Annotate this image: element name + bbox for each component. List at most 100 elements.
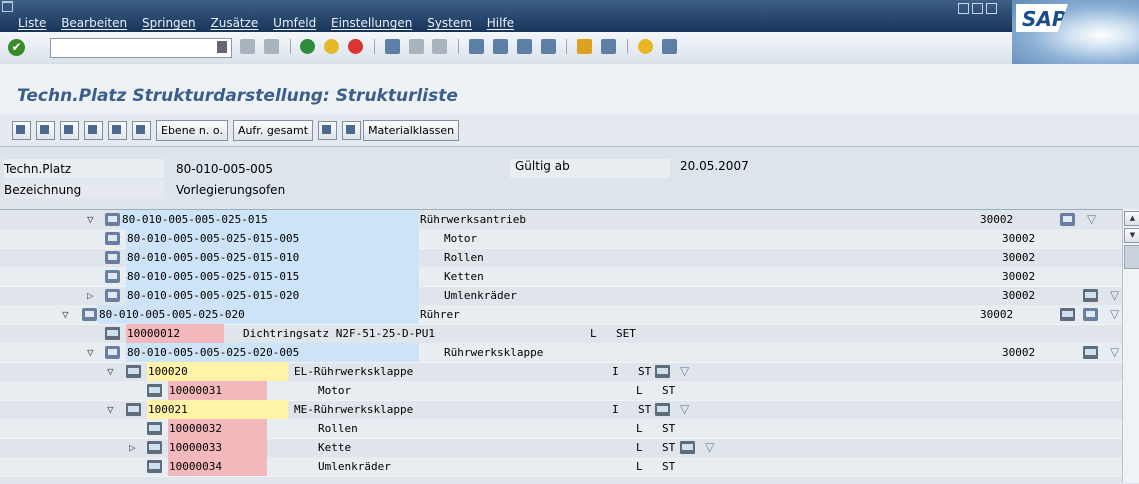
tree-row[interactable]: 10000031 Motor L ST	[0, 381, 1122, 401]
find-next-icon[interactable]	[432, 39, 448, 54]
maximize-button[interactable]	[972, 3, 983, 14]
filter-icon[interactable]: ▽	[1087, 210, 1096, 229]
choose-icon[interactable]	[36, 121, 55, 140]
print-icon[interactable]	[384, 39, 400, 54]
previous-page-icon[interactable]	[492, 39, 508, 54]
filter-icon[interactable]: ▽	[705, 438, 714, 457]
collapse-node-icon[interactable]: ▽	[87, 210, 94, 229]
equipment-icon[interactable]	[1060, 308, 1075, 321]
filter-icon[interactable]: ▽	[680, 400, 689, 419]
tree-row[interactable]: ▷ 10000033 Kette L ST ▽	[0, 438, 1122, 458]
equipment-icon[interactable]	[1083, 346, 1098, 359]
expand-icon[interactable]	[108, 121, 127, 140]
collapse-node-icon[interactable]: ▽	[62, 305, 69, 324]
node-id[interactable]: 80-010-005-005-025-020-005	[126, 343, 419, 362]
node-id[interactable]: 10000012	[126, 324, 224, 343]
command-input[interactable]	[51, 39, 207, 55]
functional-location-icon[interactable]	[1060, 213, 1075, 226]
display-icon[interactable]	[12, 121, 31, 140]
enter-button[interactable]: ✔	[8, 39, 25, 56]
menu-system[interactable]: System	[427, 16, 472, 30]
node-id[interactable]: 80-010-005-005-025-015-010	[126, 248, 419, 267]
layout-menu-icon[interactable]	[661, 39, 677, 54]
structure-icon[interactable]	[318, 121, 338, 140]
back-arrow-icon[interactable]	[240, 39, 255, 54]
minimize-button[interactable]	[958, 3, 969, 14]
node-id[interactable]: 80-010-005-005-025-015-020	[126, 286, 419, 305]
tree-row[interactable]: ▽ 100021 ME-Rührwerksklappe I ST ▽	[0, 400, 1122, 420]
shortcut-icon[interactable]	[601, 39, 617, 54]
exit-icon[interactable]	[324, 39, 340, 54]
unit: ST	[662, 422, 676, 435]
tree-row[interactable]: ▽ 100020 EL-Rührwerksklappe I ST ▽	[0, 362, 1122, 382]
node-id[interactable]: 100020	[147, 362, 288, 381]
expand-node-icon[interactable]: ▷	[129, 438, 136, 457]
node-id[interactable]: 10000034	[168, 457, 267, 476]
node-id[interactable]: 10000031	[168, 381, 267, 400]
back-icon[interactable]	[300, 39, 316, 54]
equipment-icon[interactable]	[680, 441, 695, 454]
collapse-node-icon[interactable]: ▽	[107, 400, 114, 419]
node-id[interactable]: 10000033	[168, 438, 267, 457]
find-icon[interactable]	[408, 39, 424, 54]
ebene-button[interactable]: Ebene n. o.	[156, 120, 228, 141]
filter-icon[interactable]: ▽	[680, 362, 689, 381]
aufr-gesamt-button[interactable]: Aufr. gesamt	[232, 120, 314, 141]
expand-node-icon[interactable]: ▷	[87, 286, 94, 305]
filter-icon[interactable]: ▽	[1110, 305, 1119, 324]
close-window-button[interactable]	[986, 3, 997, 14]
menu-bar: Liste Bearbeiten Springen Zusätze Umfeld…	[0, 0, 1139, 32]
next-page-icon[interactable]	[516, 39, 532, 54]
menu-hilfe[interactable]: Hilfe	[487, 16, 514, 30]
menu-bearbeiten[interactable]: Bearbeiten	[61, 16, 127, 30]
tree-row[interactable]: 80-010-005-005-025-015-010 Rollen 30002	[0, 248, 1122, 268]
menu-liste[interactable]: Liste	[18, 16, 46, 30]
scroll-down-button[interactable]: ▼	[1124, 228, 1139, 243]
tree-row[interactable]: ▽ 80-010-005-005-025-020 Rührer 30002 ▽	[0, 305, 1122, 325]
tree-row[interactable]: ▽ 80-010-005-005-025-015 Rührwerksantrieb 3…	[0, 210, 1122, 230]
tree-row[interactable]: ▽ 80-010-005-005-025-020-005 Rührwerksklap…	[0, 343, 1122, 363]
tree-row[interactable]: 10000032 Rollen L ST	[0, 419, 1122, 439]
scroll-up-button[interactable]: ▲	[1124, 211, 1139, 226]
help-icon[interactable]	[637, 39, 653, 54]
tree-row[interactable]: 80-010-005-005-025-015-015 Ketten 30002	[0, 267, 1122, 287]
tree-row[interactable]: 80-010-005-005-025-015-005 Motor 30002	[0, 229, 1122, 249]
node-id[interactable]: 80-010-005-005-025-020	[98, 305, 419, 324]
vertical-scrollbar[interactable]: ▲ ▼	[1122, 209, 1139, 483]
equipment-icon[interactable]	[1083, 289, 1098, 302]
tree-row[interactable]: 10000034 Umlenkräder L ST	[0, 457, 1122, 477]
new-session-icon[interactable]	[577, 39, 593, 54]
tree-row[interactable]: 10000012 Dichtringsatz N2F-51-25-D-PU1 L SE…	[0, 324, 1122, 344]
filter-icon[interactable]: ▽	[1110, 343, 1119, 362]
cancel-icon[interactable]	[348, 39, 364, 54]
command-field[interactable]	[50, 38, 232, 58]
collapse-node-icon[interactable]: ▽	[87, 343, 94, 362]
node-id[interactable]: 10000032	[168, 419, 267, 438]
equipment-icon[interactable]	[655, 403, 670, 416]
functional-location-icon[interactable]	[1083, 308, 1098, 321]
collapse-node-icon[interactable]: ▽	[107, 362, 114, 381]
detail-icon[interactable]	[84, 121, 103, 140]
first-page-icon[interactable]	[469, 39, 485, 54]
menu-zusaetze[interactable]: Zusätze	[211, 16, 259, 30]
node-id[interactable]: 80-010-005-005-025-015-015	[126, 267, 419, 286]
node-id[interactable]: 80-010-005-005-025-015	[121, 210, 418, 229]
save-icon[interactable]	[263, 39, 279, 54]
node-id[interactable]: 80-010-005-005-025-015-005	[126, 229, 419, 248]
select-icon[interactable]	[60, 121, 79, 140]
window-menu-icon[interactable]	[2, 1, 13, 12]
filter-icon[interactable]: ▽	[1110, 286, 1119, 305]
scroll-thumb[interactable]	[1124, 245, 1139, 269]
menu-umfeld[interactable]: Umfeld	[273, 16, 316, 30]
node-id[interactable]: 100021	[147, 400, 288, 419]
binoculars-icon[interactable]	[342, 121, 362, 140]
command-history-icon[interactable]	[217, 41, 227, 53]
menu-einstellungen[interactable]: Einstellungen	[331, 16, 412, 30]
tree-row[interactable]: ▷ 80-010-005-005-025-015-020 Umlenkräder 30…	[0, 286, 1122, 306]
materialklassen-button[interactable]: Materialklassen	[363, 120, 460, 141]
last-page-icon[interactable]	[540, 39, 556, 54]
equipment-icon[interactable]	[655, 365, 670, 378]
menu-springen[interactable]: Springen	[142, 16, 196, 30]
collapse-icon[interactable]	[132, 121, 151, 140]
gueltig-ab-label: Gültig ab	[510, 159, 670, 178]
